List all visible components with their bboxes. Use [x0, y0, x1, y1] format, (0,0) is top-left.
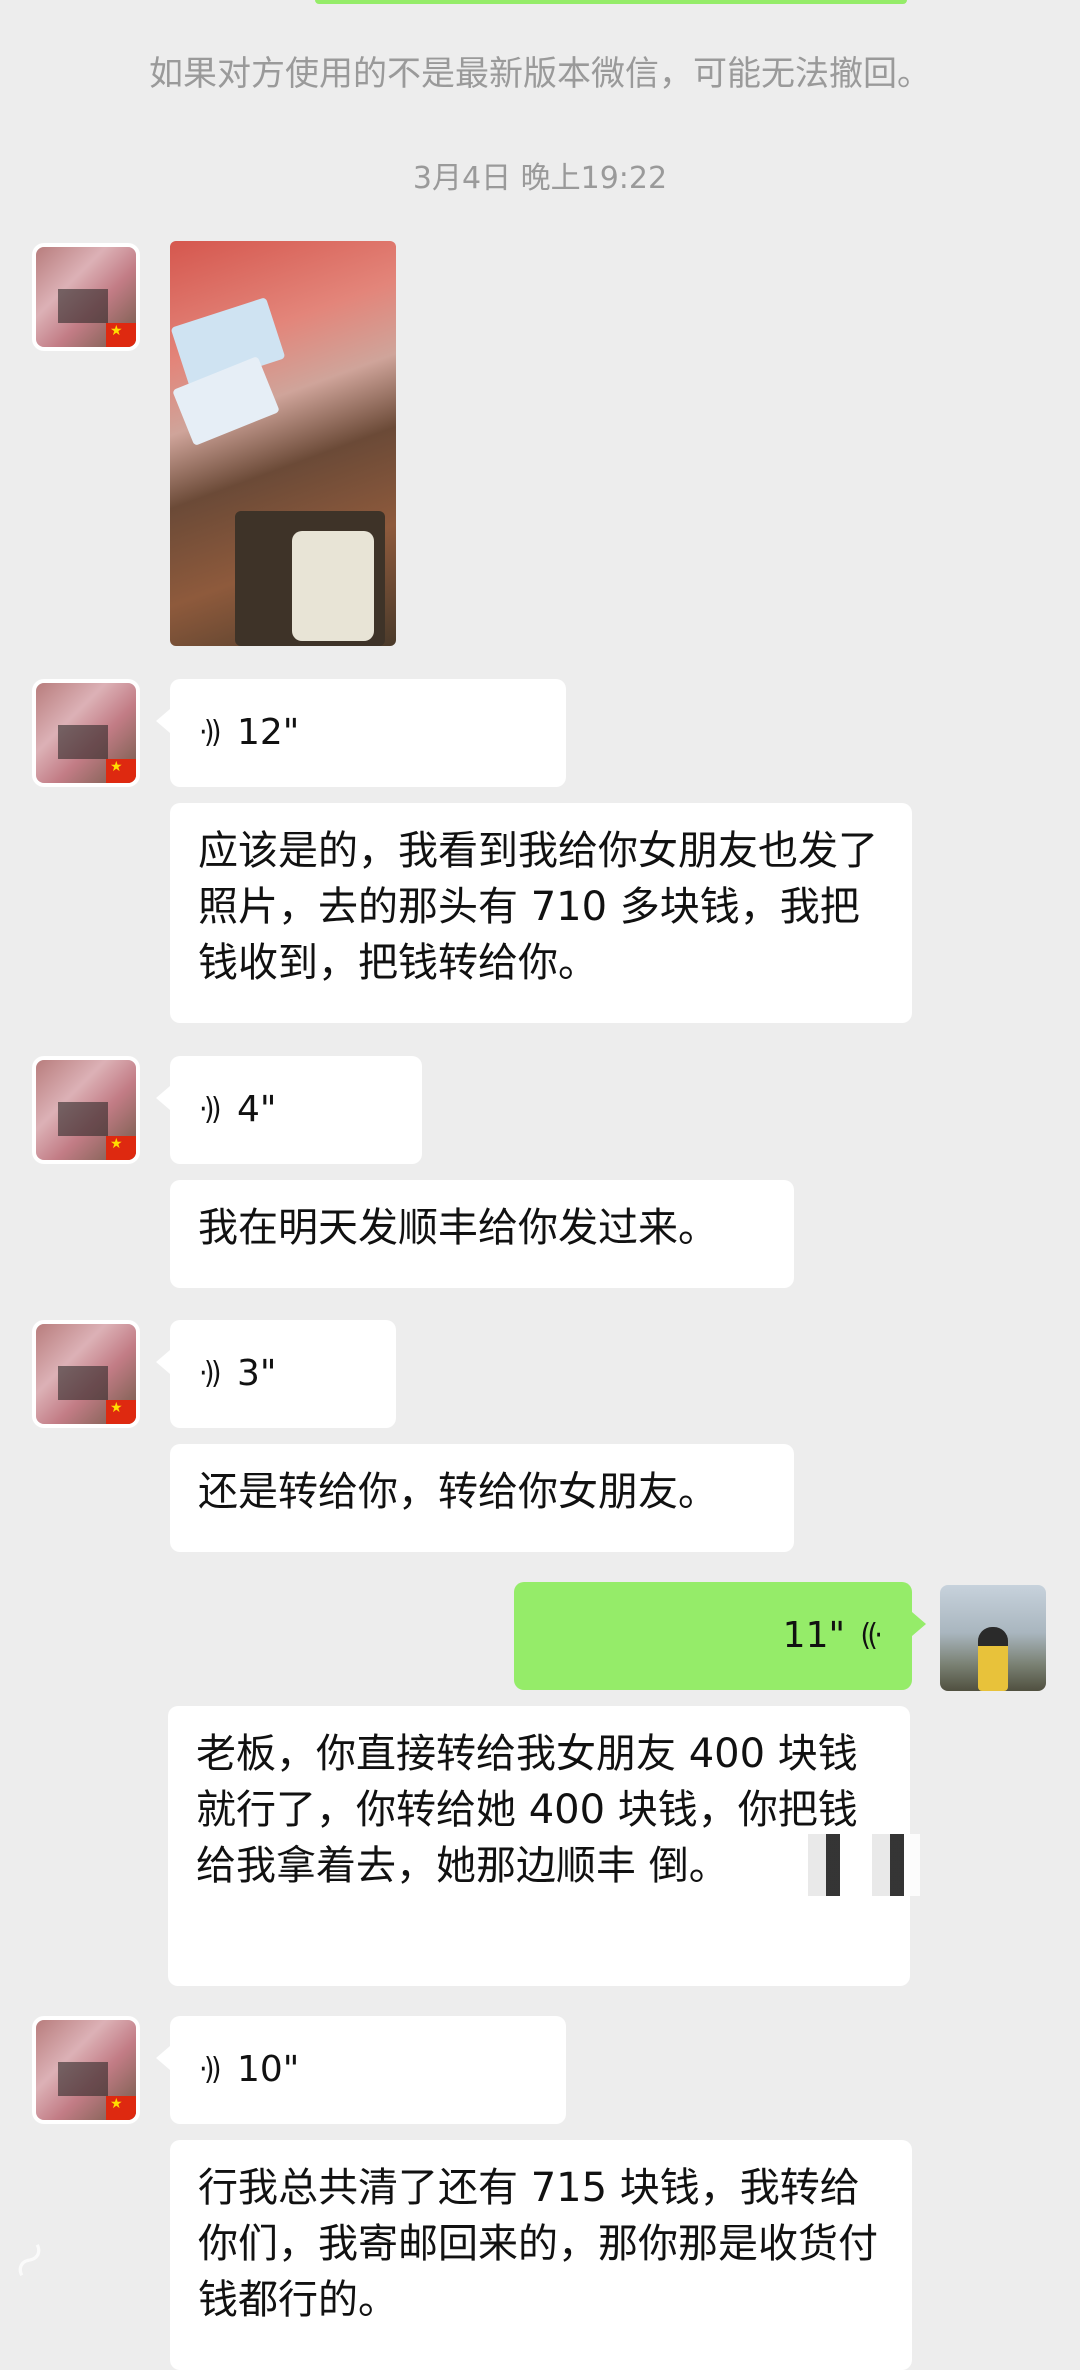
voice-duration: 12": [236, 712, 300, 753]
voice-message[interactable]: ·)) 10": [156, 2016, 566, 2124]
china-flag-icon: [106, 1400, 136, 1424]
voice-wave-icon: ·)): [199, 715, 221, 750]
china-flag-icon: [106, 323, 136, 347]
voice-duration: 10": [236, 2049, 300, 2090]
text-message: 我在明天发顺丰给你发过来。: [170, 1180, 794, 1288]
voice-duration: 11": [782, 1615, 846, 1656]
china-flag-icon: [106, 2096, 136, 2120]
voice-wave-icon: ·)): [199, 2052, 221, 2087]
previous-message-edge: [315, 0, 907, 4]
contact-avatar[interactable]: [36, 2020, 136, 2120]
contact-avatar[interactable]: [36, 683, 136, 783]
voice-wave-icon: ·)): [199, 1356, 221, 1391]
text-message: 行我总共清了还有 715 块钱，我转给你们，我寄邮回来的，那你那是收货付钱都行的…: [170, 2140, 912, 2370]
voice-duration: 4": [236, 1089, 277, 1130]
contact-avatar[interactable]: [36, 1324, 136, 1424]
voice-wave-icon: ·)): [199, 1092, 221, 1127]
china-flag-icon: [106, 759, 136, 783]
contact-avatar[interactable]: [36, 1060, 136, 1160]
contact-avatar[interactable]: [36, 247, 136, 347]
china-flag-icon: [106, 1136, 136, 1160]
blurred-region: [790, 1834, 920, 1896]
watermark-logo: 〜: [0, 2231, 62, 2291]
text-message: 应该是的，我看到我给你女朋友也发了照片，去的那头有 710 多块钱，我把钱收到，…: [170, 803, 912, 1023]
voice-message[interactable]: ·)) 4": [156, 1056, 422, 1164]
recall-notice: 如果对方使用的不是最新版本微信，可能无法撤回。: [149, 54, 931, 94]
image-message[interactable]: [170, 241, 396, 646]
my-voice-message[interactable]: 11" ·)): [514, 1582, 926, 1690]
my-avatar[interactable]: [940, 1585, 1046, 1691]
voice-wave-icon: ·)): [864, 1618, 883, 1653]
voice-message[interactable]: ·)) 3": [156, 1320, 396, 1428]
chat-timestamp: 3月4日 晚上19:22: [412, 161, 668, 196]
voice-message[interactable]: ·)) 12": [156, 679, 566, 787]
voice-duration: 3": [236, 1353, 277, 1394]
text-message: 还是转给你，转给你女朋友。: [170, 1444, 794, 1552]
